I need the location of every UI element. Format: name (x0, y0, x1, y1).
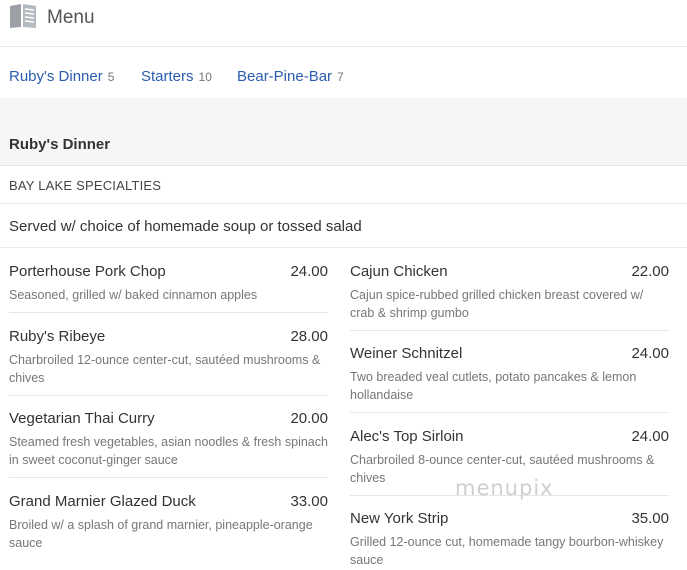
item-name: Alec's Top Sirloin (350, 428, 464, 445)
section-subheading: BAY LAKE SPECIALTIES (9, 178, 162, 193)
item-divider (350, 330, 669, 331)
tab-count: 5 (107, 70, 115, 84)
item-price: 24.00 (631, 428, 669, 445)
item-divider (9, 312, 328, 313)
item-price: 20.00 (290, 410, 328, 427)
item-name: Vegetarian Thai Curry (9, 410, 155, 427)
item-description: Seasoned, grilled w/ baked cinnamon appl… (9, 288, 258, 302)
item-name: Ruby's Ribeye (9, 328, 106, 345)
tab-label: Ruby's Dinner (9, 68, 103, 85)
item-price: 24.00 (631, 345, 669, 362)
item-name: New York Strip (350, 510, 449, 527)
page-title: Menu (47, 7, 95, 28)
item-description: Broiled w/ a splash of grand marnier, pi… (9, 518, 313, 550)
item-description: Charbroiled 12-ounce center-cut, sautéed… (9, 353, 321, 385)
item-price: 28.00 (290, 328, 328, 345)
tab-count: 10 (198, 70, 212, 84)
tab-label: Bear-Pine-Bar (237, 68, 333, 85)
tab-starters[interactable]: Starters 10 (141, 68, 212, 85)
item-name: Grand Marnier Glazed Duck (9, 493, 196, 510)
tab-count: 7 (337, 70, 344, 84)
item-divider (9, 477, 328, 478)
section-header: Ruby's Dinner (0, 98, 687, 166)
tab-rubys-dinner[interactable]: Ruby's Dinner 5 (9, 68, 114, 85)
item-divider (9, 395, 328, 396)
item-description: Steamed fresh vegetables, asian noodles … (9, 435, 328, 467)
section-description-row: Served w/ choice of homemade soup or tos… (0, 204, 687, 248)
item-price: 33.00 (290, 493, 328, 510)
section-subheading-row: BAY LAKE SPECIALTIES (0, 166, 687, 204)
item-description: Two breaded veal cutlets, potato pancake… (350, 370, 637, 402)
tab-bear-pine-bar[interactable]: Bear-Pine-Bar 7 (237, 68, 344, 85)
item-description: Grilled 12-ounce cut, homemade tangy bou… (350, 535, 664, 567)
item-price: 35.00 (631, 510, 669, 527)
item-description: Cajun spice-rubbed grilled chicken breas… (350, 288, 644, 320)
tab-label: Starters (141, 68, 194, 85)
item-price: 22.00 (631, 263, 669, 280)
section-description: Served w/ choice of homemade soup or tos… (9, 218, 362, 235)
page-header: Menu (0, 0, 687, 47)
item-divider (350, 412, 669, 413)
menu-book-icon (10, 4, 36, 28)
watermark: menupix (455, 476, 554, 500)
item-price: 24.00 (290, 263, 328, 280)
item-name: Porterhouse Pork Chop (9, 263, 166, 280)
item-name: Cajun Chicken (350, 263, 448, 280)
menu-tabs: Ruby's Dinner 5 Starters 10 Bear-Pine-Bar 7 (0, 47, 687, 98)
item-name: Weiner Schnitzel (350, 345, 463, 362)
section-title: Ruby's Dinner (9, 136, 111, 153)
